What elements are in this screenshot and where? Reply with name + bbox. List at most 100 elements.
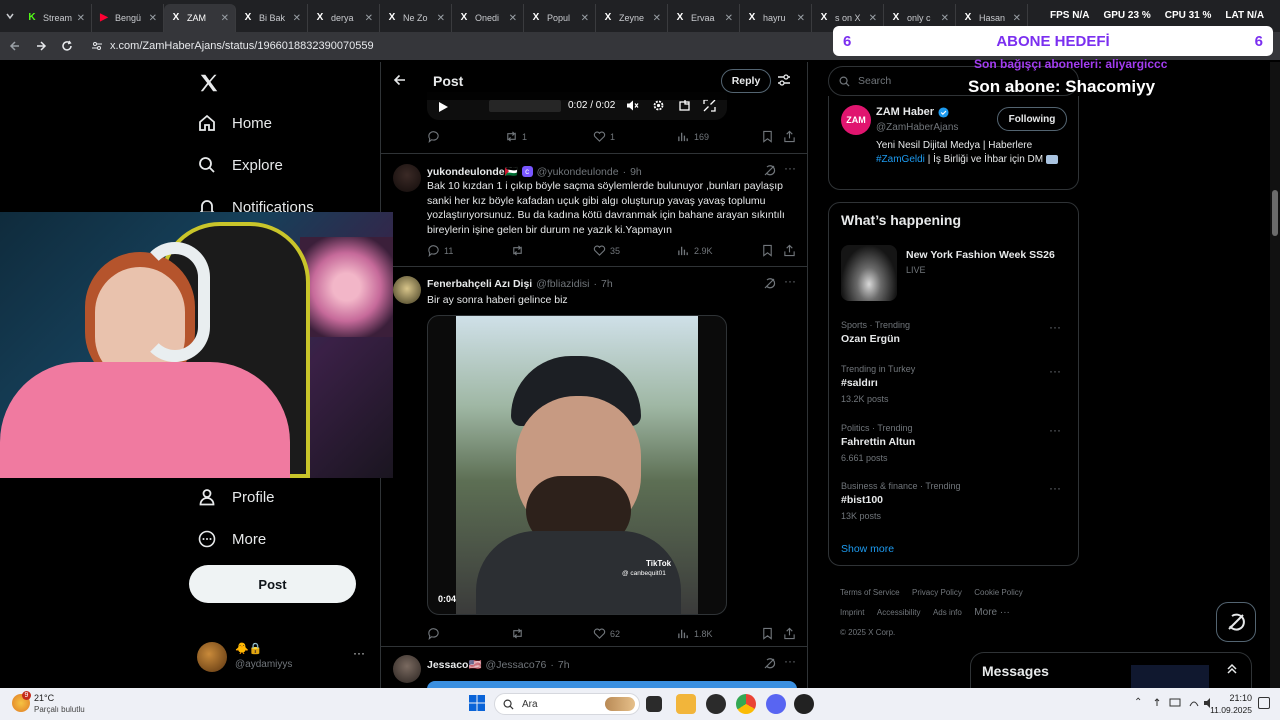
show-more-link[interactable]: Show more [841,543,894,555]
forward-button[interactable] [28,33,54,59]
close-icon[interactable]: ✕ [869,13,877,24]
start-button[interactable] [468,694,488,714]
share-action[interactable] [783,244,796,257]
footer-more-link[interactable]: More ··· [974,607,1010,618]
more-dots-icon[interactable]: ··· [784,654,796,668]
back-arrow-icon[interactable] [393,73,407,92]
close-icon[interactable]: ✕ [1013,13,1021,24]
grok-icon[interactable] [763,657,776,675]
tweet-reply[interactable]: yukondeulonde🇵🇸 c @yukondeulonde · 9h ··… [381,154,807,267]
tweet-reply[interactable]: Jessaco🇺🇸 @Jessaco76 · 7h ··· [381,647,807,688]
repost-action[interactable] [511,244,524,257]
footer-link[interactable]: Cookie Policy [974,588,1022,597]
author-name[interactable]: Jessaco🇺🇸 [427,658,482,671]
tweet-video[interactable]: TikTok @ canbequit01 0:04 [427,315,727,615]
more-dots-icon[interactable]: ··· [784,274,796,288]
grok-button[interactable] [1216,602,1256,642]
author-handle[interactable]: @yukondeulonde [537,166,619,178]
tab-menu-button[interactable] [0,3,20,29]
page-scrollbar[interactable] [1270,62,1280,688]
search-input[interactable]: Search [858,75,891,87]
trend-item[interactable]: Sports · Trending Ozan Ergün ··· [841,320,1067,345]
close-icon[interactable]: ✕ [797,13,805,24]
reply-action[interactable]: 11 [427,244,453,257]
fullscreen-icon[interactable] [703,99,716,117]
more-dots-icon[interactable]: ··· [1049,423,1061,437]
tweet-media-preview[interactable] [427,681,797,688]
footer-link[interactable]: Imprint [840,608,864,617]
reply-button[interactable]: Reply [721,69,771,93]
browser-tab[interactable]: Xderya ✕ [308,4,380,32]
browser-tab[interactable]: X Popul ✕ [524,4,596,32]
footer-link[interactable]: Ads info [933,608,962,617]
more-dots-icon[interactable]: ··· [1049,481,1061,495]
share-action[interactable] [783,627,796,640]
close-icon[interactable]: ✕ [941,13,949,24]
like-action[interactable]: 35 [593,244,620,257]
taskbar-search[interactable]: Ara [494,693,640,715]
close-icon[interactable]: ✕ [365,13,373,24]
author-handle[interactable]: @fbliazidisi [536,278,589,290]
popout-icon[interactable] [678,99,691,117]
trend-item[interactable]: Business & finance · Trending #bist100 1… [841,481,1067,521]
x-logo[interactable] [198,72,220,99]
messages-drawer[interactable]: Messages [970,652,1252,701]
browser-tab[interactable]: X Zeyne ✕ [596,4,668,32]
reply-action[interactable] [427,130,440,143]
url-field[interactable]: x.com/ZamHaberAjans/status/1966018832390… [110,40,374,52]
reply-action[interactable] [427,627,440,640]
views-action[interactable]: 2.9K [677,244,713,257]
browser-tab[interactable]: X Ne Zo ✕ [380,4,452,32]
close-icon[interactable]: ✕ [653,13,661,24]
close-icon[interactable]: ✕ [149,13,157,24]
site-info-icon[interactable] [84,33,110,59]
bookmark-action[interactable] [761,627,774,640]
notification-center-icon[interactable] [1258,697,1270,709]
nav-home[interactable]: Home [196,112,272,134]
close-icon[interactable]: ✕ [725,13,733,24]
browser-tab[interactable]: X Onedi ✕ [452,4,524,32]
browser-tab[interactable]: X Ervaa ✕ [668,4,740,32]
browser-tab[interactable]: Xhayru ✕ [740,4,812,32]
browser-tab[interactable]: K Stream ✕ [20,4,92,32]
browser-tab[interactable]: X Bi Bak ✕ [236,4,308,32]
close-icon[interactable]: ✕ [581,13,589,24]
bio-hashtag[interactable]: #ZamGeldi [876,154,925,165]
avatar[interactable] [393,164,421,192]
event-thumbnail[interactable] [841,245,897,301]
footer-link[interactable]: Accessibility [877,608,921,617]
file-explorer-icon[interactable] [676,694,696,714]
nav-profile[interactable]: Profile [196,486,275,508]
chrome-icon[interactable] [736,694,756,714]
author-handle[interactable]: @Jessaco76 [486,659,547,671]
tray-icons[interactable] [1154,696,1214,713]
obs-icon[interactable] [706,694,726,714]
views-action[interactable]: 169 [677,130,709,143]
close-icon[interactable]: ✕ [437,13,445,24]
back-button[interactable] [2,33,28,59]
profile-handle[interactable]: @ZamHaberAjans [876,122,958,133]
close-icon[interactable]: ✕ [221,13,229,24]
browser-tab[interactable]: ▶ Bengü ✕ [92,4,164,32]
video-scrubber[interactable] [489,100,561,112]
trend-item[interactable]: Trending in Turkey #saldırı 13.2K posts … [841,364,1067,404]
settings-sliders-icon[interactable] [777,73,791,92]
post-button[interactable]: Post [189,565,356,603]
mute-icon[interactable] [626,99,639,117]
trend-item[interactable]: Politics · Trending Fahrettin Altun 6.66… [841,423,1067,463]
discord-icon[interactable] [766,694,786,714]
play-icon[interactable] [437,100,449,118]
browser-tab[interactable]: X ZAM ✕ [164,4,236,32]
event-title[interactable]: New York Fashion Week SS26 [906,249,1055,261]
tweet-time[interactable]: 9h [630,166,642,178]
views-action[interactable]: 1.8K [677,627,713,640]
footer-link[interactable]: Terms of Service [840,588,900,597]
tweet-time[interactable]: 7h [601,278,613,290]
bookmark-action[interactable] [761,244,774,257]
clock-time[interactable]: 21:10 [1214,693,1252,703]
avatar[interactable] [393,276,421,304]
following-button[interactable]: Following [997,107,1067,131]
tweet-time[interactable]: 7h [558,659,570,671]
reload-button[interactable] [54,33,80,59]
avatar[interactable]: ZAM [841,105,871,135]
